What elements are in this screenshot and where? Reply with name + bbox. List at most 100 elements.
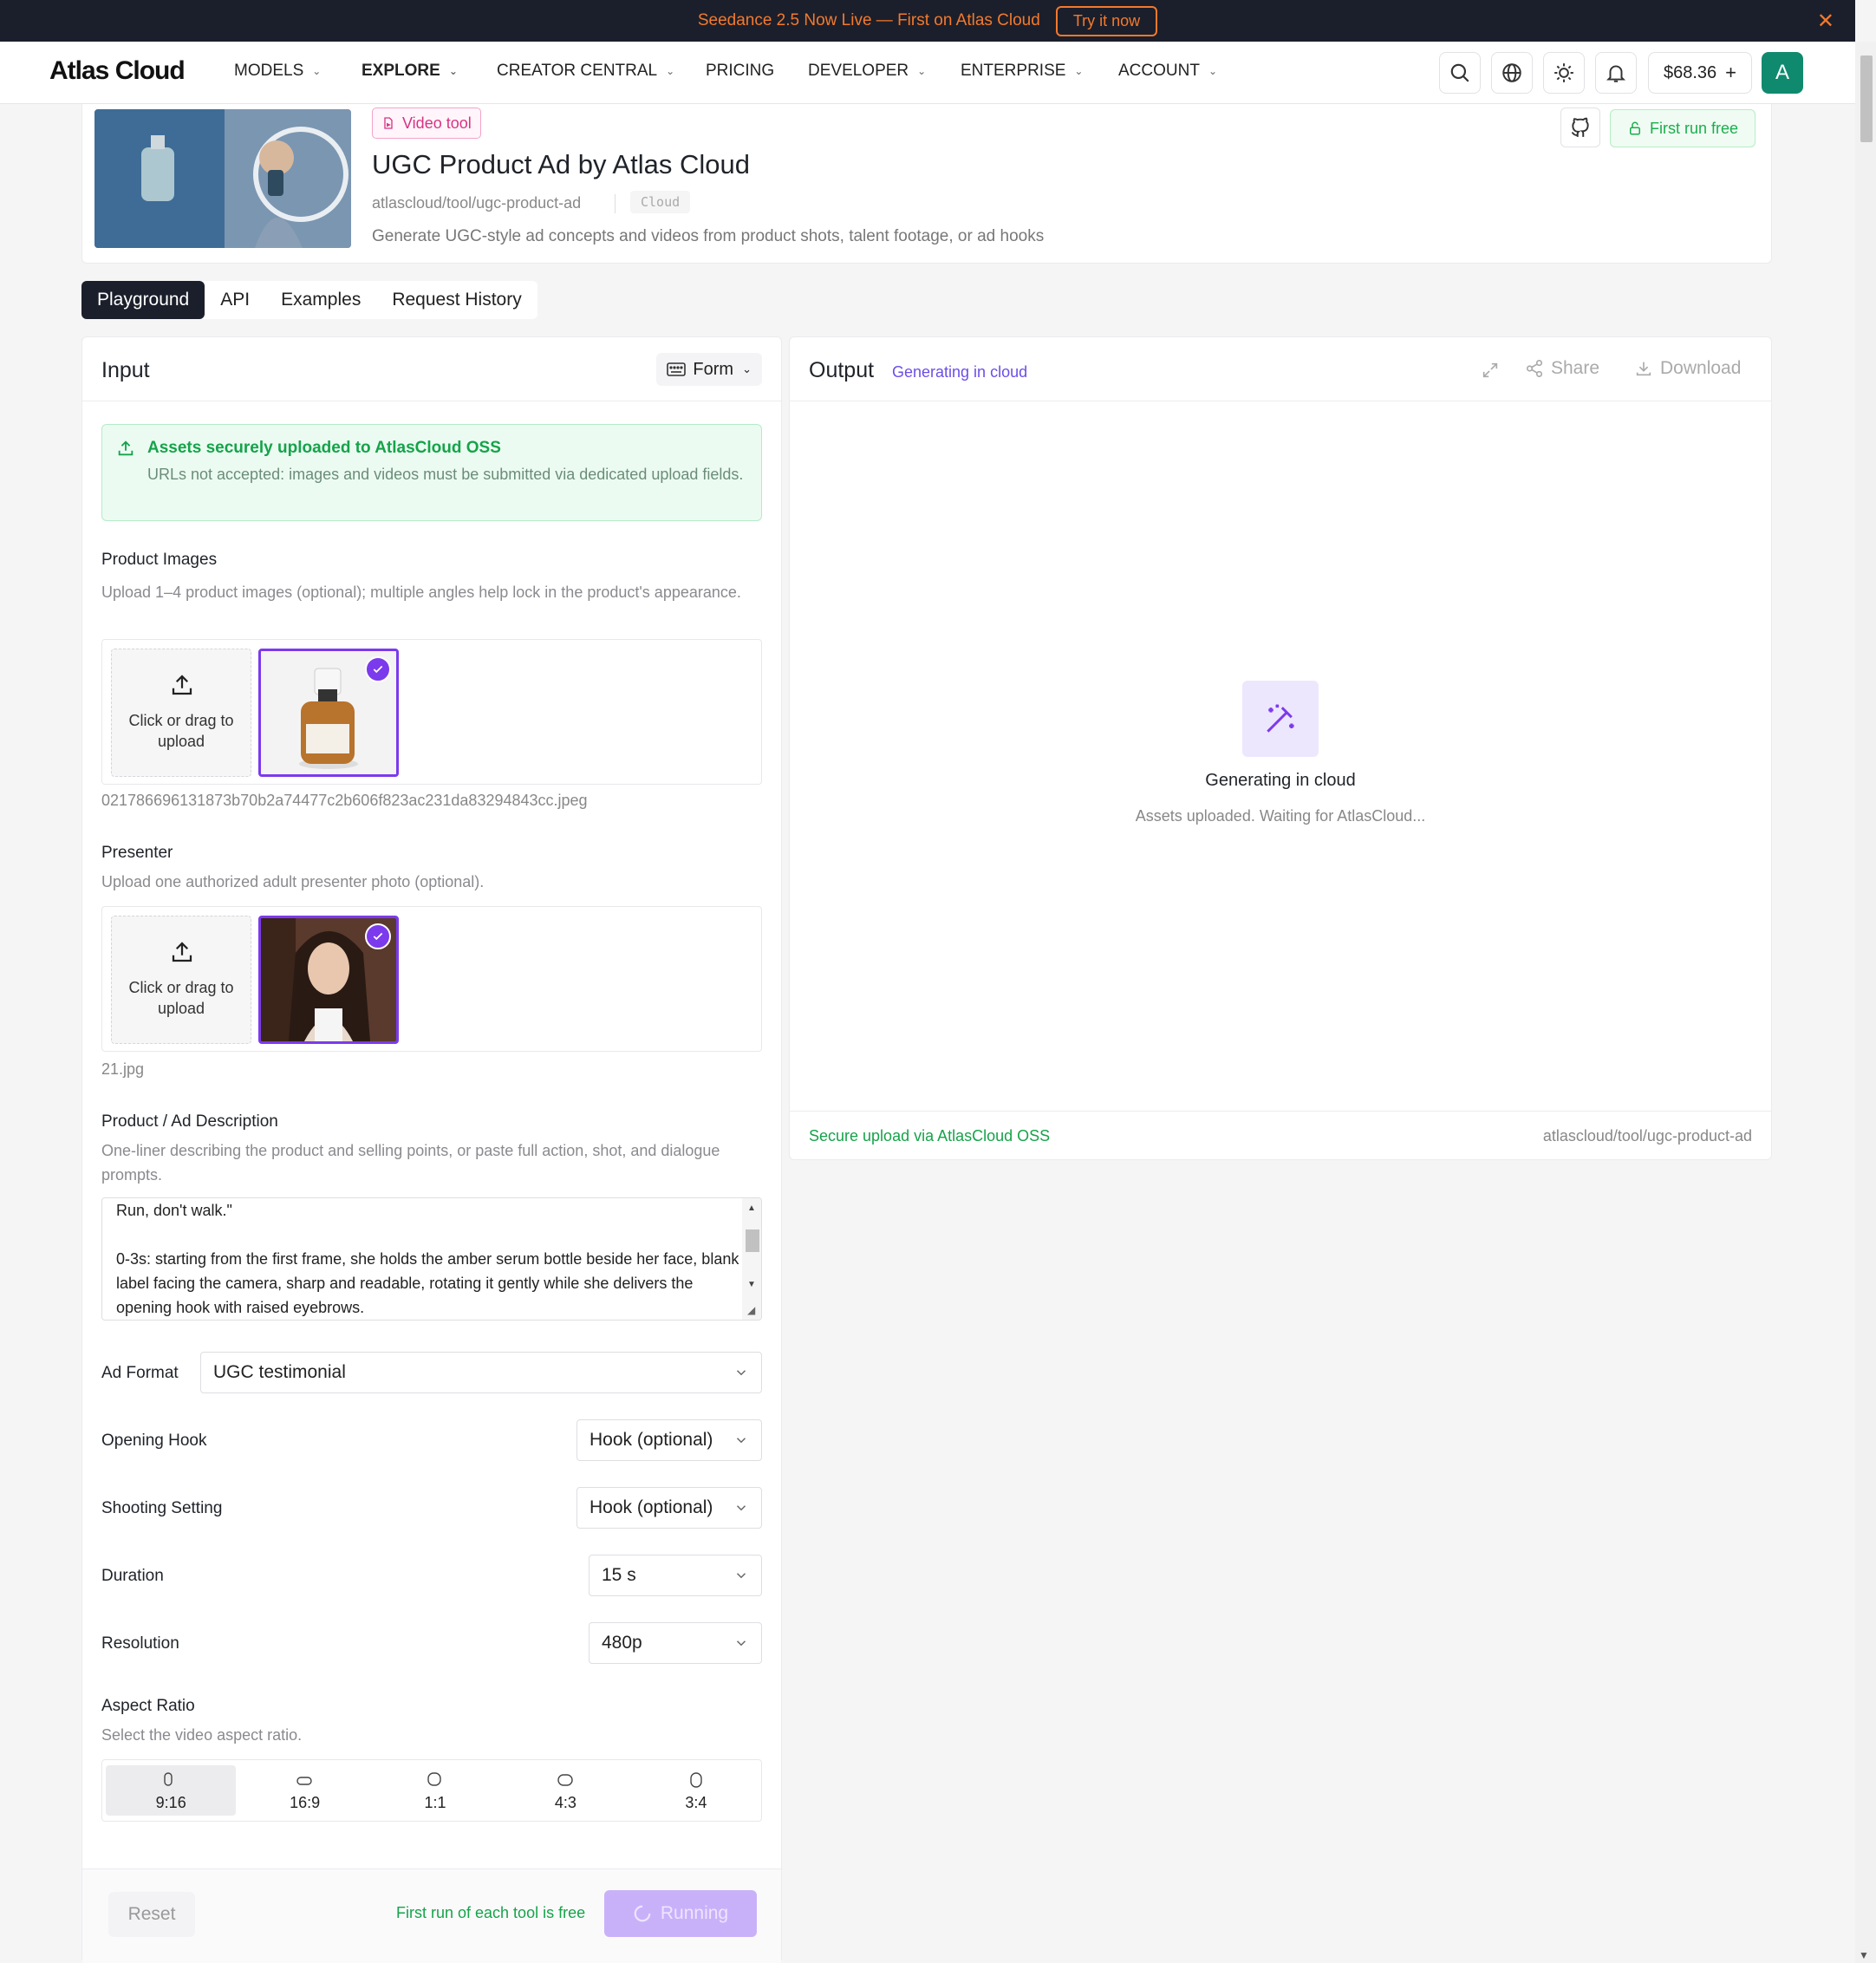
presenter-image-thumbnail[interactable] xyxy=(258,916,399,1044)
aspect-option-label: 1:1 xyxy=(424,1794,446,1811)
announcement-text: Seedance 2.5 Now Live — First on Atlas C… xyxy=(697,11,1040,29)
tool-header-card: Video tool UGC Product Ad by Atlas Cloud… xyxy=(81,104,1772,264)
balance-button[interactable]: $68.36 + xyxy=(1648,52,1752,94)
avatar[interactable]: A xyxy=(1762,52,1803,94)
notifications-button[interactable] xyxy=(1595,52,1637,94)
presenter-hint: Upload one authorized adult presenter ph… xyxy=(101,873,485,890)
reset-button[interactable]: Reset xyxy=(108,1892,195,1937)
nav-label: EXPLORE xyxy=(362,62,440,80)
shooting-setting-label: Shooting Setting xyxy=(101,1499,223,1517)
output-title: Output xyxy=(809,358,875,382)
scroll-up-arrow-icon[interactable]: ▲ xyxy=(747,1203,756,1213)
scroll-down-arrow-icon[interactable]: ▼ xyxy=(1859,1949,1869,1961)
presenter-upload-dropzone[interactable]: Click or drag to upload xyxy=(111,916,251,1044)
page-scrollbar[interactable]: ▼ xyxy=(1855,42,1876,1963)
dropzone-text: Click or drag to upload xyxy=(128,979,234,1017)
tab-examples[interactable]: Examples xyxy=(265,281,376,319)
nav-enterprise[interactable]: ENTERPRISE ⌄ xyxy=(961,62,1083,81)
textarea-scrollbar[interactable]: ▲ ▼ ◢ xyxy=(742,1198,761,1320)
logo[interactable]: Atlas Cloud xyxy=(49,56,186,86)
resolution-label: Resolution xyxy=(101,1634,179,1653)
generating-subtitle: Assets uploaded. Waiting for AtlasCloud.… xyxy=(1135,807,1426,825)
tab-request-history[interactable]: Request History xyxy=(376,281,537,319)
output-panel: Output Generating in cloud Share Downloa… xyxy=(789,336,1772,1160)
chevron-down-icon xyxy=(736,1505,746,1511)
scroll-down-arrow-icon[interactable]: ▼ xyxy=(747,1280,756,1289)
aspect-option-label: 4:3 xyxy=(554,1794,576,1811)
theme-toggle[interactable] xyxy=(1543,52,1585,94)
ad-format-select[interactable]: UGC testimonial xyxy=(200,1352,762,1393)
product-images-label: Product Images xyxy=(101,551,218,569)
github-icon xyxy=(1571,117,1589,137)
search-button[interactable] xyxy=(1439,52,1481,94)
nav-pricing[interactable]: PRICING xyxy=(706,62,774,81)
chevron-down-icon xyxy=(736,1640,746,1647)
duration-value: 15 s xyxy=(602,1565,636,1585)
spinner-icon xyxy=(634,1905,651,1922)
chevron-down-icon: ⌄ xyxy=(1074,65,1084,77)
keyboard-icon xyxy=(667,362,687,376)
input-panel-header: Input Form ⌄ xyxy=(82,337,781,401)
aspect-option-1-1[interactable]: 1:1 xyxy=(370,1760,500,1821)
chevron-down-icon: ⌄ xyxy=(742,362,752,375)
search-icon xyxy=(1450,63,1469,82)
aspect-option-9-16[interactable]: 9:16 xyxy=(106,1765,237,1816)
first-run-free-button[interactable]: First run free xyxy=(1610,109,1755,147)
announcement-bar: Seedance 2.5 Now Live — First on Atlas C… xyxy=(0,0,1855,42)
share-icon xyxy=(1526,360,1543,377)
tab-api[interactable]: API xyxy=(205,281,265,319)
nav-models[interactable]: MODELS ⌄ xyxy=(234,62,321,81)
page-title: UGC Product Ad by Atlas Cloud xyxy=(372,149,750,179)
aspect-option-4-3[interactable]: 4:3 xyxy=(500,1760,630,1821)
expand-button[interactable] xyxy=(1475,356,1506,384)
scrollbar-thumb[interactable] xyxy=(746,1229,759,1252)
aspect-option-3-4[interactable]: 3:4 xyxy=(631,1760,761,1821)
product-images-uploader: Click or drag to upload xyxy=(101,639,762,785)
selected-check-icon xyxy=(365,923,391,949)
try-it-now-button[interactable]: Try it now xyxy=(1055,5,1158,36)
nav-label: MODELS xyxy=(234,62,304,80)
output-footer: Secure upload via AtlasCloud OSS atlascl… xyxy=(790,1111,1771,1159)
shooting-setting-select[interactable]: Hook (optional) xyxy=(576,1487,762,1529)
description-textarea[interactable]: Run, don't walk." 0-3s: starting from th… xyxy=(101,1197,762,1321)
run-button[interactable]: Running xyxy=(604,1890,757,1937)
product-image-thumbnail[interactable] xyxy=(258,649,399,777)
download-label: Download xyxy=(1660,358,1742,378)
tab-playground[interactable]: Playground xyxy=(81,281,205,319)
free-run-note: First run of each tool is free xyxy=(396,1904,586,1921)
resolution-value: 480p xyxy=(602,1633,642,1653)
square-shape-icon xyxy=(427,1772,441,1786)
nav-account[interactable]: ACCOUNT ⌄ xyxy=(1118,62,1217,81)
upload-icon xyxy=(172,675,192,695)
aspect-ratio-selector: 9:16 16:9 1:1 4:3 3:4 xyxy=(101,1759,762,1822)
download-button[interactable]: Download xyxy=(1634,358,1741,379)
portrait-shape-icon xyxy=(164,1772,173,1786)
secure-upload-note: Secure upload via AtlasCloud OSS xyxy=(809,1127,1051,1145)
github-button[interactable] xyxy=(1560,108,1600,147)
sun-icon xyxy=(1554,63,1573,82)
landscape-shape-icon xyxy=(296,1777,313,1785)
nav-creator-central[interactable]: CREATOR CENTRAL ⌄ xyxy=(497,62,674,81)
chevron-down-icon: ⌄ xyxy=(666,65,675,77)
opening-hook-select[interactable]: Hook (optional) xyxy=(576,1419,762,1461)
resize-handle-icon[interactable]: ◢ xyxy=(747,1304,755,1316)
duration-select[interactable]: 15 s xyxy=(589,1555,762,1596)
globe-icon xyxy=(1502,63,1521,82)
scrollbar-thumb[interactable] xyxy=(1860,55,1873,142)
description-label: Product / Ad Description xyxy=(101,1112,278,1131)
share-button[interactable]: Share xyxy=(1525,358,1599,379)
product-images-hint: Upload 1–4 product images (optional); mu… xyxy=(101,584,741,601)
close-icon[interactable]: ✕ xyxy=(1817,9,1834,34)
product-upload-dropzone[interactable]: Click or drag to upload xyxy=(111,649,251,777)
nav-explore[interactable]: EXPLORE ⌄ xyxy=(362,62,458,81)
shooting-setting-value: Hook (optional) xyxy=(590,1497,713,1517)
nav-developer[interactable]: DEVELOPER ⌄ xyxy=(808,62,926,81)
resolution-select[interactable]: 480p xyxy=(589,1622,762,1664)
aspect-option-16-9[interactable]: 16:9 xyxy=(239,1760,369,1821)
divider xyxy=(615,194,616,213)
magic-wand-icon xyxy=(1242,681,1319,757)
language-button[interactable] xyxy=(1491,52,1533,94)
notice-body: URLs not accepted: images and videos mus… xyxy=(147,466,744,483)
form-mode-select[interactable]: Form ⌄ xyxy=(656,353,762,386)
presenter-label: Presenter xyxy=(101,844,173,862)
